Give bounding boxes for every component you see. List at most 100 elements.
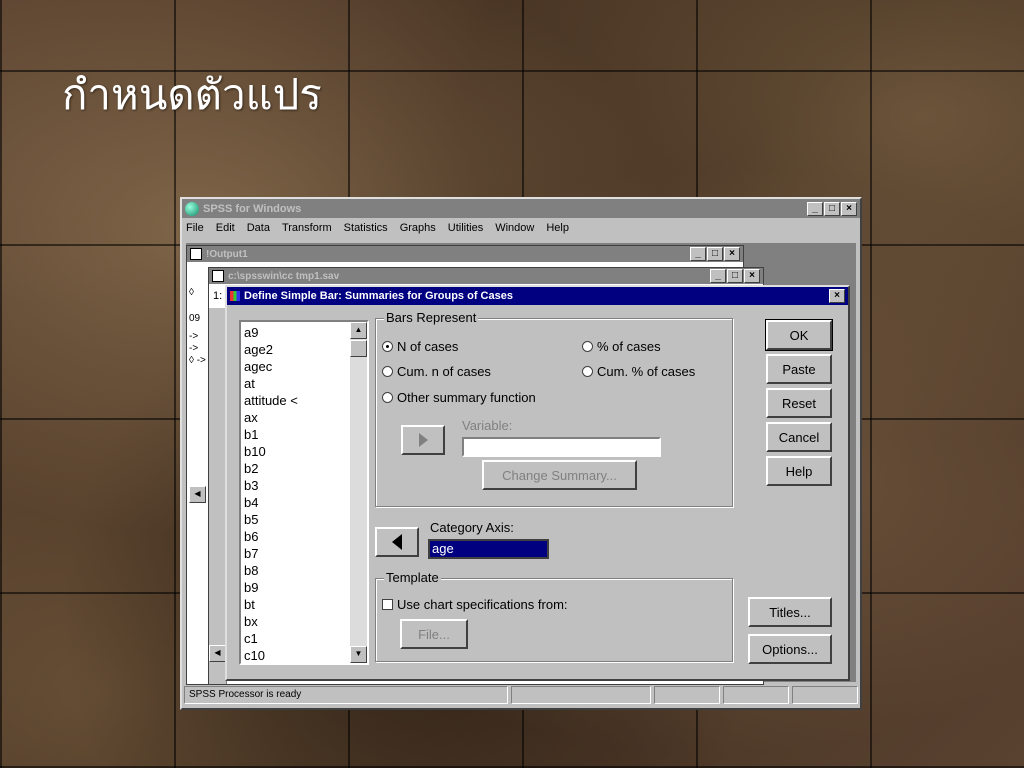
list-item[interactable]: at bbox=[244, 375, 367, 392]
change-summary-button[interactable]: Change Summary... bbox=[482, 460, 637, 490]
variable-listbox[interactable]: a9 age2 agec at attitude < ax b1 b10 b2 b3 b4 b5 b6 b… bbox=[239, 320, 369, 665]
data-editor-title: c:\spsswin\cc tmp1.sav bbox=[228, 270, 340, 282]
menu-data[interactable]: Data bbox=[247, 222, 270, 234]
spss-logo-icon bbox=[185, 201, 199, 216]
menu-utilities[interactable]: Utilities bbox=[448, 222, 483, 234]
arrow-right-icon bbox=[418, 433, 428, 447]
variable-label: Variable: bbox=[462, 418, 513, 433]
list-item[interactable]: agec bbox=[244, 358, 367, 375]
output-titlebar: !Output1 _ □ × bbox=[187, 246, 743, 262]
use-chart-spec-label: Use chart specifications from: bbox=[397, 597, 568, 612]
scroll-left-icon[interactable]: ◀ bbox=[209, 645, 226, 662]
use-chart-spec-checkbox[interactable]: Use chart specifications from: bbox=[382, 597, 568, 612]
scroll-thumb[interactable] bbox=[350, 340, 367, 357]
row-indicator: 1: bbox=[213, 290, 223, 302]
list-item[interactable]: b10 bbox=[244, 443, 367, 460]
cum-pct-radio[interactable]: Cum. % of cases bbox=[582, 364, 695, 379]
status-pane bbox=[511, 686, 652, 704]
list-item[interactable]: ax bbox=[244, 409, 367, 426]
scroll-up-icon[interactable]: ▲ bbox=[350, 322, 367, 339]
output-margin: ◊ 09 -> -> ◊ -> bbox=[189, 284, 206, 370]
other-summary-radio[interactable]: Other summary function bbox=[382, 390, 536, 405]
checkbox-icon bbox=[382, 599, 393, 610]
pct-of-cases-radio[interactable]: % of cases bbox=[582, 339, 661, 354]
radio-selected-icon bbox=[382, 341, 393, 352]
data-editor-titlebar: c:\spsswin\cc tmp1.sav _ □ × bbox=[209, 268, 763, 284]
category-axis-field[interactable]: age bbox=[428, 539, 549, 559]
scroll-down-icon[interactable]: ▼ bbox=[350, 646, 367, 663]
maximize-icon[interactable]: □ bbox=[707, 247, 723, 261]
n-of-cases-label: N of cases bbox=[397, 339, 459, 354]
status-text: SPSS Processor is ready bbox=[184, 686, 509, 704]
help-button[interactable]: Help bbox=[766, 456, 832, 486]
list-item[interactable]: b9 bbox=[244, 579, 367, 596]
reset-button[interactable]: Reset bbox=[766, 388, 832, 418]
define-simple-bar-dialog: Define Simple Bar: Summaries for Groups … bbox=[225, 285, 850, 681]
bar-chart-icon bbox=[230, 291, 240, 301]
paste-button[interactable]: Paste bbox=[766, 354, 832, 384]
options-button[interactable]: Options... bbox=[748, 634, 832, 664]
list-item[interactable]: b6 bbox=[244, 528, 367, 545]
spss-window-title: SPSS for Windows bbox=[203, 202, 302, 215]
list-item[interactable]: b3 bbox=[244, 477, 367, 494]
list-item[interactable]: c10 bbox=[244, 647, 367, 664]
close-icon[interactable]: × bbox=[744, 269, 760, 283]
template-legend: Template bbox=[384, 570, 441, 585]
menu-statistics[interactable]: Statistics bbox=[344, 222, 388, 234]
move-category-button[interactable] bbox=[375, 527, 419, 557]
menu-transform[interactable]: Transform bbox=[282, 222, 332, 234]
menu-file[interactable]: File bbox=[186, 222, 204, 234]
menu-help[interactable]: Help bbox=[546, 222, 569, 234]
close-icon[interactable]: × bbox=[724, 247, 740, 261]
list-item[interactable]: a9 bbox=[244, 324, 367, 341]
close-icon[interactable]: × bbox=[829, 289, 845, 303]
list-item[interactable]: b7 bbox=[244, 545, 367, 562]
status-pane bbox=[654, 686, 721, 704]
menu-edit[interactable]: Edit bbox=[216, 222, 235, 234]
cancel-button[interactable]: Cancel bbox=[766, 422, 832, 452]
maximize-icon[interactable]: □ bbox=[824, 201, 840, 216]
list-item[interactable]: b5 bbox=[244, 511, 367, 528]
list-item[interactable]: b4 bbox=[244, 494, 367, 511]
summary-variable-field[interactable] bbox=[462, 437, 661, 457]
titles-button[interactable]: Titles... bbox=[748, 597, 832, 627]
cum-pct-label: Cum. % of cases bbox=[597, 364, 696, 379]
minimize-icon[interactable]: _ bbox=[807, 201, 823, 216]
variable-items: a9 age2 agec at attitude < ax b1 b10 b2 b3 b4 b5 b6 b… bbox=[241, 322, 367, 664]
template-group: Template Use chart specifications from: … bbox=[375, 570, 733, 662]
list-item[interactable]: attitude < bbox=[244, 392, 367, 409]
radio-icon bbox=[582, 366, 593, 377]
category-axis-label: Category Axis: bbox=[430, 520, 514, 535]
output-marker: ◊ bbox=[189, 287, 194, 298]
list-item[interactable]: b8 bbox=[244, 562, 367, 579]
cum-n-radio[interactable]: Cum. n of cases bbox=[382, 364, 491, 379]
list-item[interactable]: bx bbox=[244, 613, 367, 630]
list-item[interactable]: c1 bbox=[244, 630, 367, 647]
list-item[interactable]: bt bbox=[244, 596, 367, 613]
maximize-icon[interactable]: □ bbox=[727, 269, 743, 283]
listbox-scrollbar[interactable]: ▲ ▼ bbox=[350, 322, 367, 663]
bars-represent-group: Bars Represent N of cases % of cases Cum… bbox=[375, 310, 733, 507]
menu-window[interactable]: Window bbox=[495, 222, 534, 234]
minimize-icon[interactable]: _ bbox=[710, 269, 726, 283]
scroll-left-icon[interactable]: ◀ bbox=[189, 486, 206, 503]
ok-button[interactable]: OK bbox=[765, 319, 833, 351]
close-icon[interactable]: × bbox=[841, 201, 857, 216]
status-pane bbox=[723, 686, 790, 704]
pct-of-cases-label: % of cases bbox=[597, 339, 661, 354]
template-file-button[interactable]: File... bbox=[400, 619, 468, 649]
radio-icon bbox=[582, 341, 593, 352]
n-of-cases-radio[interactable]: N of cases bbox=[382, 339, 458, 354]
menu-graphs[interactable]: Graphs bbox=[400, 222, 436, 234]
list-item[interactable]: b1 bbox=[244, 426, 367, 443]
dialog-title: Define Simple Bar: Summaries for Groups … bbox=[244, 290, 513, 302]
minimize-icon[interactable]: _ bbox=[690, 247, 706, 261]
menu-bar: File Edit Data Transform Statistics Grap… bbox=[182, 218, 860, 238]
list-item[interactable]: age2 bbox=[244, 341, 367, 358]
cum-n-label: Cum. n of cases bbox=[397, 364, 491, 379]
list-item[interactable]: b2 bbox=[244, 460, 367, 477]
output-window-title: !Output1 bbox=[206, 248, 248, 260]
output-window-icon bbox=[190, 248, 202, 260]
bars-represent-legend: Bars Represent bbox=[384, 310, 479, 325]
move-variable-button[interactable] bbox=[401, 425, 445, 455]
